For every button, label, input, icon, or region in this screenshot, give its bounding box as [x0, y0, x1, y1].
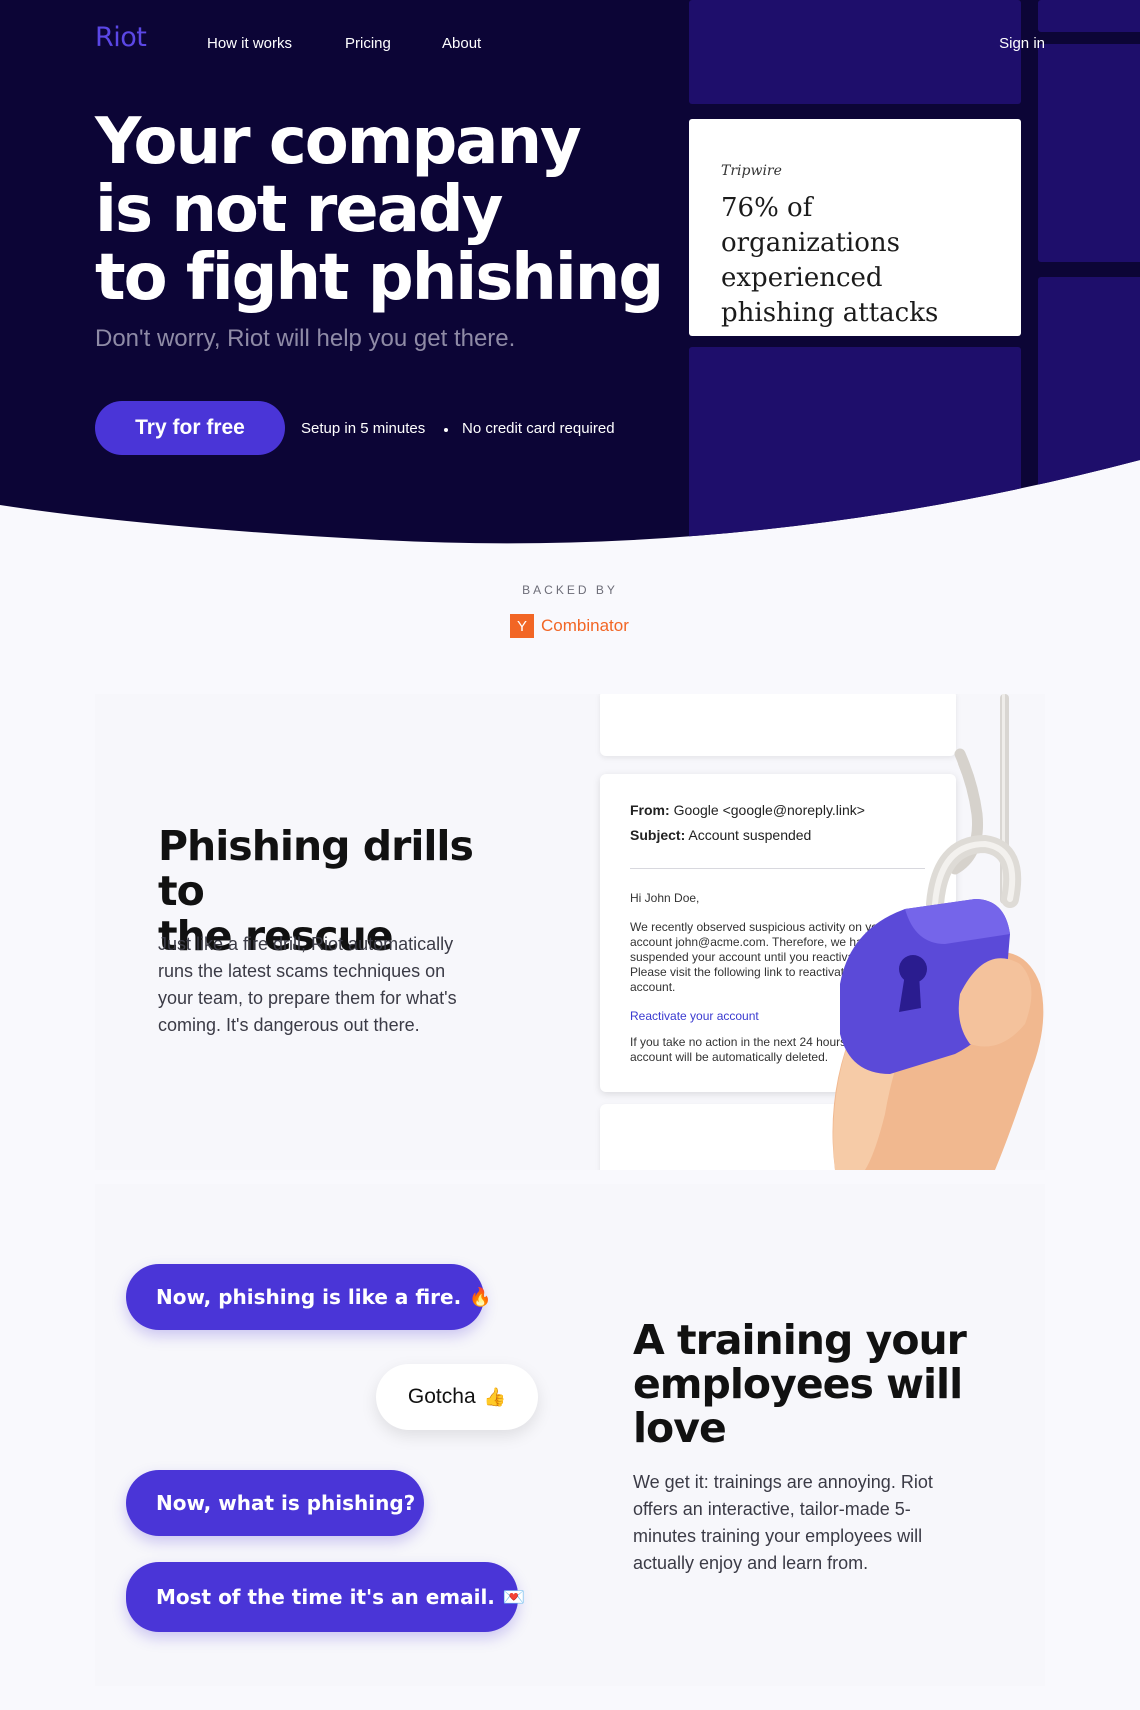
section-body: Just like a fire drill, Riot automatical… [158, 931, 498, 1039]
section-body: We get it: trainings are annoying. Riot … [633, 1469, 973, 1577]
hero-title: Your company is not ready to fight phish… [95, 108, 715, 312]
chat-bubble-text: Most of the time it's an email. [156, 1585, 495, 1609]
section-title: A training your employees will love [633, 1318, 973, 1450]
yc-logo-text: Combinator [541, 616, 629, 635]
section-title-line: employees will [633, 1360, 963, 1408]
chat-bubble-text: Now, phishing is like a fire. [156, 1285, 462, 1309]
envelope-emoji-icon: 💌 [502, 1586, 526, 1608]
chat-bubble-email: Most of the time it's an email. 💌 [126, 1562, 525, 1632]
thumbs-up-emoji-icon: 👍 [483, 1386, 507, 1407]
nav-link-how-it-works[interactable]: How it works [207, 35, 292, 52]
setup-note: Setup in 5 minutes [301, 420, 426, 437]
email-subject-label: Subject: [630, 827, 686, 843]
try-for-free-button[interactable]: Try for free [95, 401, 285, 455]
hero-title-line: Your company [95, 105, 582, 179]
fire-emoji-icon: 🔥 [469, 1286, 492, 1308]
riot-logo[interactable]: Riot [95, 22, 147, 53]
nav-link-about[interactable]: About [442, 35, 481, 52]
email-from-label: From: [630, 802, 670, 818]
no-credit-card-note: No credit card required [462, 420, 615, 437]
top-nav: Riot How it works Pricing About Sign in [95, 22, 1045, 66]
hero-title-line: is not ready [95, 173, 503, 247]
section-title-line: Phishing drills to [158, 822, 474, 915]
stat-card: Tripwire 76% of organizations experience… [689, 119, 1021, 336]
backed-by-label: BACKED BY [522, 583, 618, 597]
section-title-line: love [633, 1404, 727, 1452]
training-section: Now, phishing is like a fire. 🔥 Gotcha 👍… [95, 1184, 1045, 1686]
stat-source: Tripwire [721, 163, 782, 179]
hand-holding-lock-illustration [832, 694, 1044, 1170]
hero-title-line: to fight phishing [95, 241, 664, 315]
section-body-line: your team, to prepare them for what's [158, 988, 457, 1008]
section-body-line: minutes training your employees will [633, 1526, 923, 1546]
section-title-line: A training your [633, 1316, 967, 1364]
section-body-line: offers an interactive, tailor-made 5- [633, 1499, 911, 1519]
chat-bubble-fire: Now, phishing is like a fire. 🔥 [126, 1264, 492, 1330]
hero-section: Riot How it works Pricing About Sign in … [0, 0, 1140, 560]
chat-bubble-gotcha: Gotcha 👍 [376, 1364, 538, 1430]
yc-logo-icon: Y [510, 614, 534, 638]
section-body-line: coming. It's dangerous out there. [158, 1015, 420, 1035]
chat-bubble-text: Gotcha [407, 1385, 476, 1408]
stat-text: 76% of organizations experienced phishin… [721, 193, 939, 328]
chat-bubble-text: Now, what is phishing? [156, 1491, 416, 1515]
email-subject-value: Account suspended [688, 827, 812, 843]
phishing-drills-section: Phishing drills to the rescue Just like … [95, 694, 1045, 1170]
nav-link-pricing[interactable]: Pricing [345, 35, 391, 52]
chat-bubble-what-is-phishing: Now, what is phishing? [126, 1470, 424, 1536]
y-combinator-logo: Y Combinator [510, 614, 629, 638]
section-body-line: runs the latest scams techniques on [158, 961, 446, 981]
hero-subtitle: Don't worry, Riot will help you get ther… [95, 325, 516, 352]
section-body-line: Just like a fire drill, Riot automatical… [158, 934, 454, 954]
section-body-line: actually enjoy and learn from. [633, 1553, 869, 1573]
separator-dot [444, 428, 448, 432]
section-body-line: We get it: trainings are annoying. Riot [633, 1472, 933, 1492]
sign-in-link[interactable]: Sign in [999, 35, 1045, 52]
